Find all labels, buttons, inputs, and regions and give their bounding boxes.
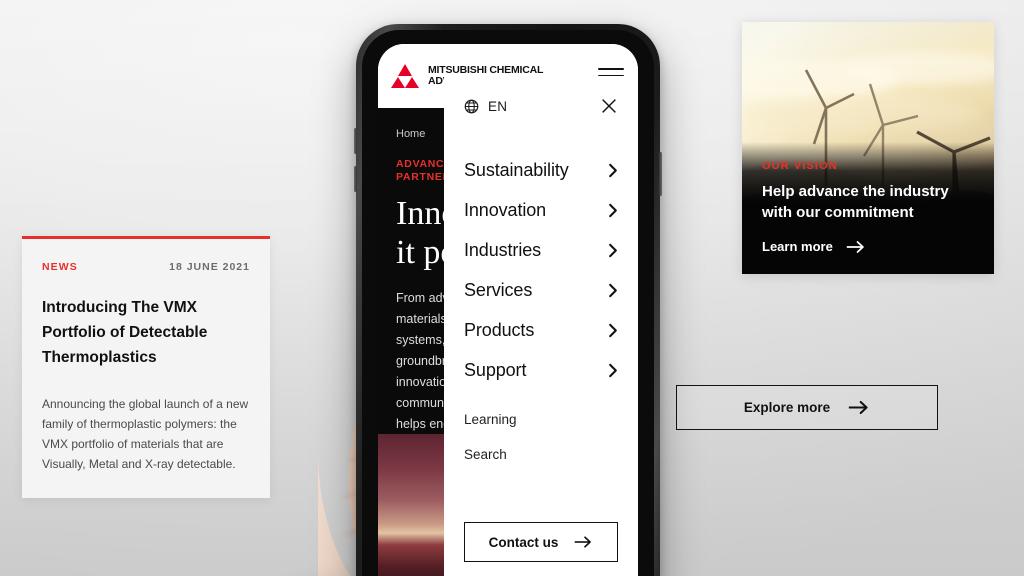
chevron-right-icon	[609, 163, 617, 177]
vision-eyebrow: OUR VISION	[762, 160, 838, 172]
mitsubishi-three-diamond-logo-icon	[391, 64, 419, 88]
news-card-meta: NEWS 18 JUNE 2021	[42, 261, 250, 273]
nav-item-learning[interactable]: Learning	[464, 402, 618, 437]
phone-screen: Home ADVANCED PARTNER Innovation it powe…	[378, 44, 638, 576]
phone-bezel-inner: Home ADVANCED PARTNER Innovation it powe…	[362, 30, 654, 576]
language-selector[interactable]: EN	[464, 99, 507, 114]
nav-item-innovation[interactable]: Innovation	[464, 190, 618, 230]
learn-more-label: Learn more	[762, 239, 833, 254]
arrow-right-icon	[848, 400, 868, 415]
mobile-menu-overlay: EN Sustainability Innovation Industries …	[444, 76, 638, 576]
nav-item-label: Learning	[464, 411, 517, 427]
arrow-right-icon	[575, 536, 592, 548]
nav-item-label: Innovation	[464, 199, 547, 220]
nav-item-search[interactable]: Search	[464, 437, 618, 472]
contact-us-label: Contact us	[488, 534, 559, 550]
nav-item-label: Sustainability	[464, 159, 569, 180]
close-icon[interactable]	[600, 97, 618, 115]
primary-nav: Sustainability Innovation Industries Ser…	[464, 150, 618, 390]
smartphone-mockup: Home ADVANCED PARTNER Innovation it powe…	[354, 24, 662, 576]
contact-us-button[interactable]: Contact us	[464, 522, 618, 562]
explore-more-label: Explore more	[743, 400, 831, 415]
nav-item-industries[interactable]: Industries	[464, 230, 618, 270]
nav-item-services[interactable]: Services	[464, 270, 618, 310]
chevron-right-icon	[609, 363, 617, 377]
language-label: EN	[488, 98, 508, 114]
news-tag: NEWS	[42, 261, 78, 273]
volume-up-button[interactable]	[354, 128, 357, 154]
contact-button-wrap: Contact us	[464, 522, 618, 576]
nav-item-label: Industries	[464, 239, 542, 260]
chevron-right-icon	[609, 323, 617, 337]
menu-top-bar: EN	[464, 76, 618, 136]
nav-item-label: Support	[464, 359, 527, 380]
chevron-right-icon	[609, 203, 617, 217]
volume-down-button[interactable]	[354, 166, 357, 192]
news-body: Announcing the global launch of a new fa…	[42, 397, 249, 471]
chevron-right-icon	[609, 243, 617, 257]
vision-headline: Help advance the industry with our commi…	[762, 183, 949, 221]
nav-item-label: Products	[464, 319, 535, 340]
globe-icon	[464, 99, 479, 113]
vision-text-block: OUR VISION Help advance the industry wit…	[762, 160, 978, 254]
our-vision-card[interactable]: OUR VISION Help advance the industry wit…	[742, 22, 994, 274]
secondary-nav: Learning Search	[464, 402, 618, 472]
chevron-right-icon	[609, 283, 617, 297]
nav-item-sustainability[interactable]: Sustainability	[464, 150, 618, 190]
nav-item-label: Services	[464, 279, 533, 300]
nav-item-products[interactable]: Products	[464, 310, 618, 350]
screenshot-stage: Home ADVANCED PARTNER Innovation it powe…	[0, 0, 1024, 576]
news-date: 18 JUNE 2021	[169, 261, 250, 273]
learn-more-link[interactable]: Learn more	[762, 239, 978, 254]
power-button[interactable]	[659, 152, 662, 196]
explore-more-button[interactable]: Explore more	[676, 385, 938, 430]
news-card[interactable]: NEWS 18 JUNE 2021 Introducing The VMX Po…	[22, 236, 270, 498]
arrow-right-icon	[846, 240, 864, 253]
nav-item-support[interactable]: Support	[464, 350, 618, 390]
news-title: Introducing The VMX Portfolio of Detecta…	[42, 299, 208, 366]
nav-item-label: Search	[464, 446, 507, 462]
